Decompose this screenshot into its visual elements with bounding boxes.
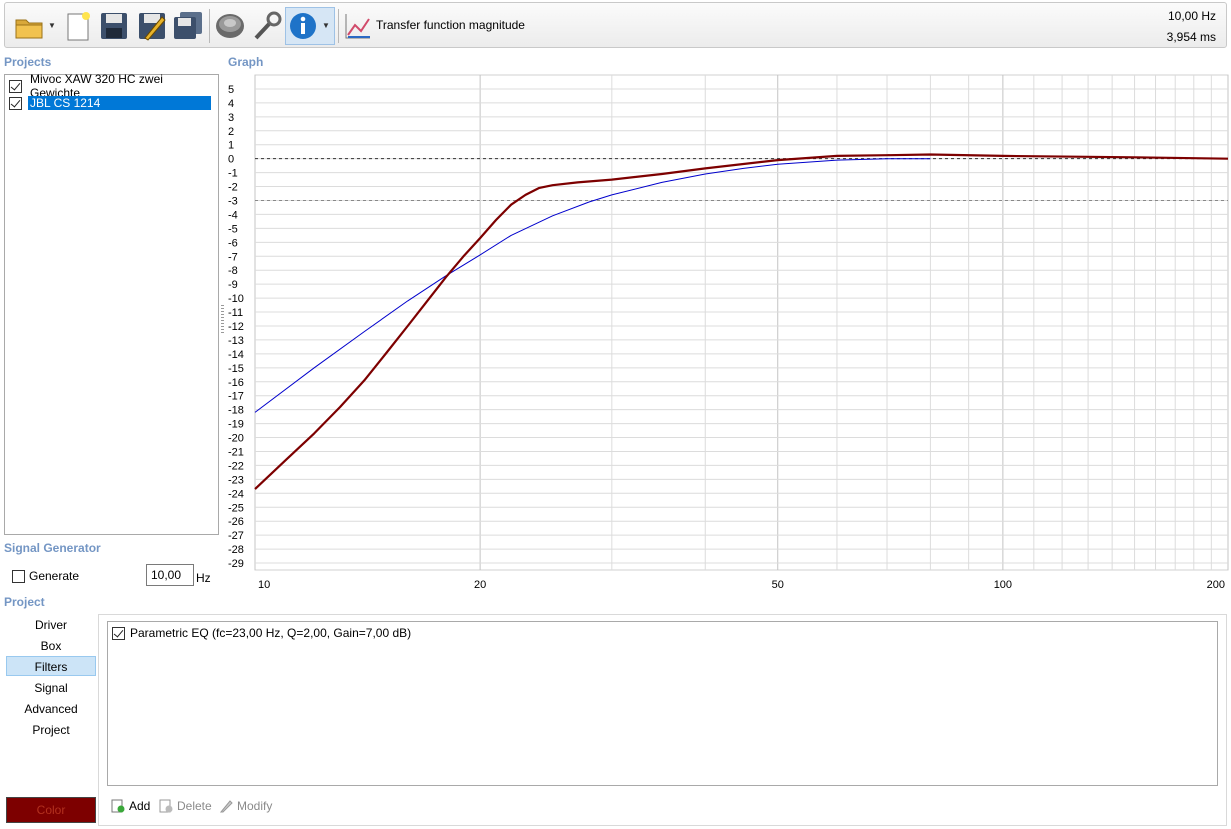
y-tick-label: -15 xyxy=(228,363,244,375)
y-tick-label: -8 xyxy=(228,265,238,277)
toolbar-separator xyxy=(209,9,210,43)
add-label: Add xyxy=(129,799,151,813)
generate-label[interactable]: Generate xyxy=(29,569,79,583)
driver-icon[interactable] xyxy=(213,8,247,44)
y-tick-label: -23 xyxy=(228,474,244,486)
y-tick-label: 3 xyxy=(228,112,234,124)
new-file-icon[interactable] xyxy=(63,8,93,44)
y-tick-label: -28 xyxy=(228,544,244,556)
y-tick-label: -20 xyxy=(228,433,244,445)
y-tick-label: -21 xyxy=(228,446,244,458)
nav-advanced[interactable]: Advanced xyxy=(6,699,96,719)
toolbar-separator xyxy=(338,9,339,43)
view-title: Transfer function magnitude xyxy=(376,18,525,32)
modify-icon xyxy=(219,800,233,813)
y-tick-label: 1 xyxy=(228,140,234,152)
y-tick-label: -24 xyxy=(228,488,244,500)
filter-checkbox[interactable] xyxy=(112,626,125,640)
y-tick-label: -4 xyxy=(228,209,238,221)
add-filter-button[interactable]: Add xyxy=(111,799,150,813)
nav-driver[interactable]: Driver xyxy=(6,615,96,635)
graph-heading: Graph xyxy=(228,55,264,69)
y-tick-label: -29 xyxy=(228,558,244,570)
modify-filter-button[interactable]: Modify xyxy=(219,799,272,813)
nav-project[interactable]: Project xyxy=(6,720,96,740)
time-readout: 3,954 ms xyxy=(1166,30,1216,44)
generate-checkbox[interactable] xyxy=(12,569,25,583)
y-tick-label: -9 xyxy=(228,279,238,291)
y-tick-label: -5 xyxy=(228,223,238,235)
filter-label[interactable]: Parametric EQ (fc=23,00 Hz, Q=2,00, Gain… xyxy=(130,626,411,640)
y-tick-label: -27 xyxy=(228,530,244,542)
plot-area xyxy=(254,74,1229,571)
open-dropdown-icon[interactable]: ▼ xyxy=(48,21,56,30)
filter-item[interactable]: Parametric EQ (fc=23,00 Hz, Q=2,00, Gain… xyxy=(112,626,411,640)
y-tick-label: -6 xyxy=(228,237,238,249)
y-tick-label: -3 xyxy=(228,195,238,207)
modify-label: Modify xyxy=(237,799,273,813)
project-checkbox[interactable] xyxy=(9,96,22,110)
generate-row[interactable]: Generate xyxy=(12,569,79,583)
save-icon[interactable] xyxy=(98,8,130,44)
transfer-function-chart[interactable]: 543210-1-2-3-4-5-6-7-8-9-10-11-12-13-14-… xyxy=(222,70,1229,592)
x-tick-label: 50 xyxy=(772,579,784,591)
x-tick-label: 20 xyxy=(474,579,486,591)
info-dropdown-icon[interactable]: ▼ xyxy=(322,21,330,30)
y-tick-label: -17 xyxy=(228,391,244,403)
y-tick-label: -22 xyxy=(228,460,244,472)
project-item[interactable]: JBL CS 1214 xyxy=(9,95,211,111)
y-tick-label: -26 xyxy=(228,516,244,528)
y-tick-label: -7 xyxy=(228,251,238,263)
y-tick-label: -1 xyxy=(228,168,238,180)
nav-filters[interactable]: Filters xyxy=(6,656,96,676)
chart-icon[interactable] xyxy=(342,8,374,44)
y-tick-label: 5 xyxy=(228,84,234,96)
frequency-readout: 10,00 Hz xyxy=(1167,9,1216,23)
add-icon xyxy=(111,799,125,813)
project-label[interactable]: JBL CS 1214 xyxy=(28,96,211,110)
nav-signal[interactable]: Signal xyxy=(6,678,96,698)
signal-generator-heading: Signal Generator xyxy=(4,541,101,555)
y-tick-label: -2 xyxy=(228,182,238,194)
y-tick-label: 4 xyxy=(228,98,234,110)
frequency-input[interactable]: 10,00 xyxy=(146,564,194,586)
y-tick-label: -11 xyxy=(228,307,243,319)
info-icon[interactable] xyxy=(287,8,319,44)
projects-heading: Projects xyxy=(4,55,52,69)
y-tick-label: -16 xyxy=(228,377,244,389)
grid xyxy=(254,74,1229,571)
color-button[interactable]: Color xyxy=(6,797,96,823)
y-tick-label: 0 xyxy=(228,154,234,166)
tools-wrench-icon[interactable] xyxy=(251,8,283,44)
x-tick-label: 10 xyxy=(258,579,270,591)
y-tick-label: -18 xyxy=(228,405,244,417)
y-tick-label: 2 xyxy=(228,126,234,138)
x-tick-label: 100 xyxy=(994,579,1012,591)
x-tick-label: 200 xyxy=(1207,579,1225,591)
y-tick-label: -14 xyxy=(228,349,244,361)
main-toolbar: ▼ ▼ Transfer function magnitude 10,00 Hz… xyxy=(4,2,1227,48)
delete-filter-button[interactable]: Delete xyxy=(159,799,212,813)
y-tick-label: -13 xyxy=(228,335,244,347)
delete-label: Delete xyxy=(177,799,212,813)
project-checkbox[interactable] xyxy=(9,79,22,93)
y-tick-label: -19 xyxy=(228,419,244,431)
project-item[interactable]: Mivoc XAW 320 HC zwei Gewichte xyxy=(9,72,218,100)
x-tick-labels: 10 20 50 100 200 xyxy=(258,579,1225,591)
save-edit-icon[interactable] xyxy=(136,8,168,44)
frequency-unit: Hz xyxy=(196,571,211,585)
nav-box[interactable]: Box xyxy=(6,636,96,656)
filter-list[interactable]: Parametric EQ (fc=23,00 Hz, Q=2,00, Gain… xyxy=(107,621,1218,786)
y-tick-label: -12 xyxy=(228,321,244,333)
project-heading: Project xyxy=(4,595,45,609)
save-all-icon[interactable] xyxy=(172,8,204,44)
projects-list[interactable]: Mivoc XAW 320 HC zwei Gewichte JBL CS 12… xyxy=(4,72,219,535)
y-tick-labels: 5 4 3 2 1 0 -1 -2-3 -4 -5 -6 -7 -8 -9 -10 -11 -12 -13 -14 -… xyxy=(228,84,244,570)
y-tick-label: -25 xyxy=(228,502,244,514)
delete-icon xyxy=(159,799,173,813)
open-folder-icon[interactable] xyxy=(13,8,45,44)
y-tick-label: -10 xyxy=(228,293,244,305)
